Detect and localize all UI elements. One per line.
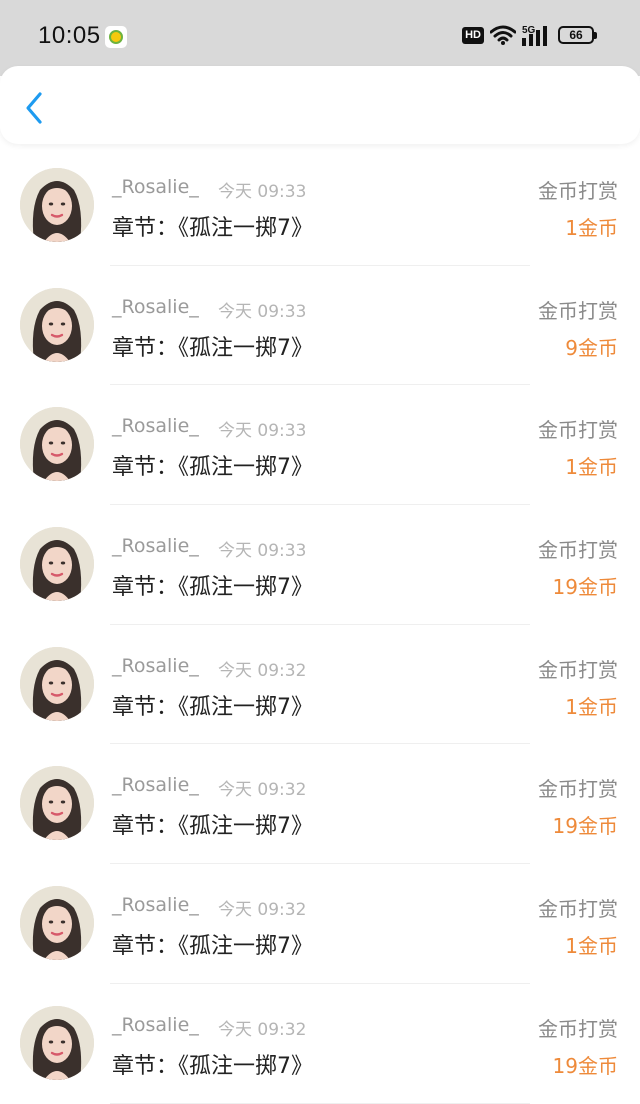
- reward-amount: 1金币: [565, 216, 618, 240]
- avatar[interactable]: [20, 646, 94, 721]
- avatar[interactable]: [20, 527, 94, 602]
- wifi-icon: [490, 25, 516, 45]
- reward-amount: 1金币: [565, 934, 618, 959]
- reward-amount: 9金币: [565, 335, 618, 360]
- list-item[interactable]: _Rosalie_ 今天 09:32 章节：《孤注一掷7》 金币打赏 1金币: [0, 864, 640, 984]
- timestamp: 今天 09:33: [218, 421, 307, 442]
- reward-amount: 19金币: [552, 1053, 618, 1078]
- status-bar: 10:05 HD 5G 66: [0, 0, 640, 76]
- username: _Rosalie_: [112, 774, 199, 797]
- chapter-title: 章节：《孤注一掷7》: [112, 216, 313, 241]
- timestamp: 今天 09:32: [218, 660, 307, 681]
- username: _Rosalie_: [112, 535, 199, 558]
- reward-type-label: 金币打赏: [538, 298, 618, 323]
- status-time: 10:05: [38, 22, 101, 49]
- top-header: [0, 66, 640, 144]
- username: _Rosalie_: [112, 415, 199, 438]
- username: _Rosalie_: [112, 176, 199, 198]
- signal-5g-icon: 5G: [522, 24, 552, 46]
- avatar[interactable]: [20, 287, 94, 362]
- list-item[interactable]: _Rosalie_ 今天 09:33 章节：《孤注一掷7》 金币打赏 1金币: [0, 146, 640, 266]
- network-label: 5G: [522, 25, 536, 36]
- timestamp: 今天 09:33: [218, 541, 307, 562]
- avatar[interactable]: [20, 407, 94, 482]
- timestamp: 今天 09:32: [218, 1019, 307, 1040]
- chevron-left-icon: [26, 92, 42, 124]
- reward-amount: 19金币: [552, 814, 618, 839]
- chapter-title: 章节：《孤注一掷7》: [112, 694, 313, 720]
- username: _Rosalie_: [112, 654, 199, 677]
- reward-type-label: 金币打赏: [538, 418, 618, 443]
- timestamp: 今天 09:33: [218, 182, 307, 202]
- list-item[interactable]: _Rosalie_ 今天 09:33 章节：《孤注一掷7》 金币打赏 1金币: [0, 385, 640, 506]
- reward-list: _Rosalie_ 今天 09:33 章节：《孤注一掷7》 金币打赏 1金币 _…: [0, 146, 640, 1104]
- list-item[interactable]: _Rosalie_ 今天 09:32 章节：《孤注一掷7》 金币打赏 19金币: [0, 984, 640, 1104]
- username: _Rosalie_: [112, 295, 199, 318]
- username: _Rosalie_: [112, 894, 199, 917]
- divider: [110, 1102, 530, 1104]
- chapter-title: 章节：《孤注一掷7》: [112, 335, 313, 361]
- back-button[interactable]: [20, 90, 50, 126]
- hd-badge: HD: [462, 26, 484, 44]
- chapter-title: 章节：《孤注一掷7》: [112, 575, 313, 601]
- list-item[interactable]: _Rosalie_ 今天 09:33 章节：《孤注一掷7》 金币打赏 9金币: [0, 266, 640, 386]
- reward-type-label: 金币打赏: [538, 1016, 618, 1041]
- avatar[interactable]: [20, 1005, 94, 1080]
- chapter-title: 章节：《孤注一掷7》: [112, 1053, 313, 1079]
- app-notification-icon: [105, 26, 127, 48]
- chapter-title: 章节：《孤注一掷7》: [112, 814, 313, 840]
- list-item[interactable]: _Rosalie_ 今天 09:33 章节：《孤注一掷7》 金币打赏 19金币: [0, 505, 640, 625]
- list-item[interactable]: _Rosalie_ 今天 09:32 章节：《孤注一掷7》 金币打赏 1金币: [0, 625, 640, 745]
- timestamp: 今天 09:32: [218, 780, 307, 801]
- reward-amount: 19金币: [552, 575, 618, 600]
- reward-type-label: 金币打赏: [538, 777, 618, 802]
- avatar[interactable]: [20, 766, 94, 841]
- reward-amount: 1金币: [565, 455, 618, 480]
- timestamp: 今天 09:32: [218, 900, 307, 921]
- reward-amount: 1金币: [565, 694, 618, 719]
- avatar[interactable]: [20, 168, 94, 242]
- battery-icon: 66: [558, 26, 597, 44]
- reward-type-label: 金币打赏: [538, 657, 618, 682]
- list-item[interactable]: _Rosalie_ 今天 09:32 章节：《孤注一掷7》 金币打赏 19金币: [0, 744, 640, 865]
- chapter-title: 章节：《孤注一掷7》: [112, 455, 313, 481]
- reward-type-label: 金币打赏: [538, 179, 618, 203]
- reward-type-label: 金币打赏: [538, 897, 618, 922]
- timestamp: 今天 09:33: [218, 301, 307, 322]
- reward-type-label: 金币打赏: [538, 538, 618, 563]
- status-indicators: HD 5G 66: [462, 24, 597, 46]
- chapter-title: 章节：《孤注一掷7》: [112, 934, 313, 960]
- avatar[interactable]: [20, 886, 94, 961]
- username: _Rosalie_: [112, 1013, 199, 1036]
